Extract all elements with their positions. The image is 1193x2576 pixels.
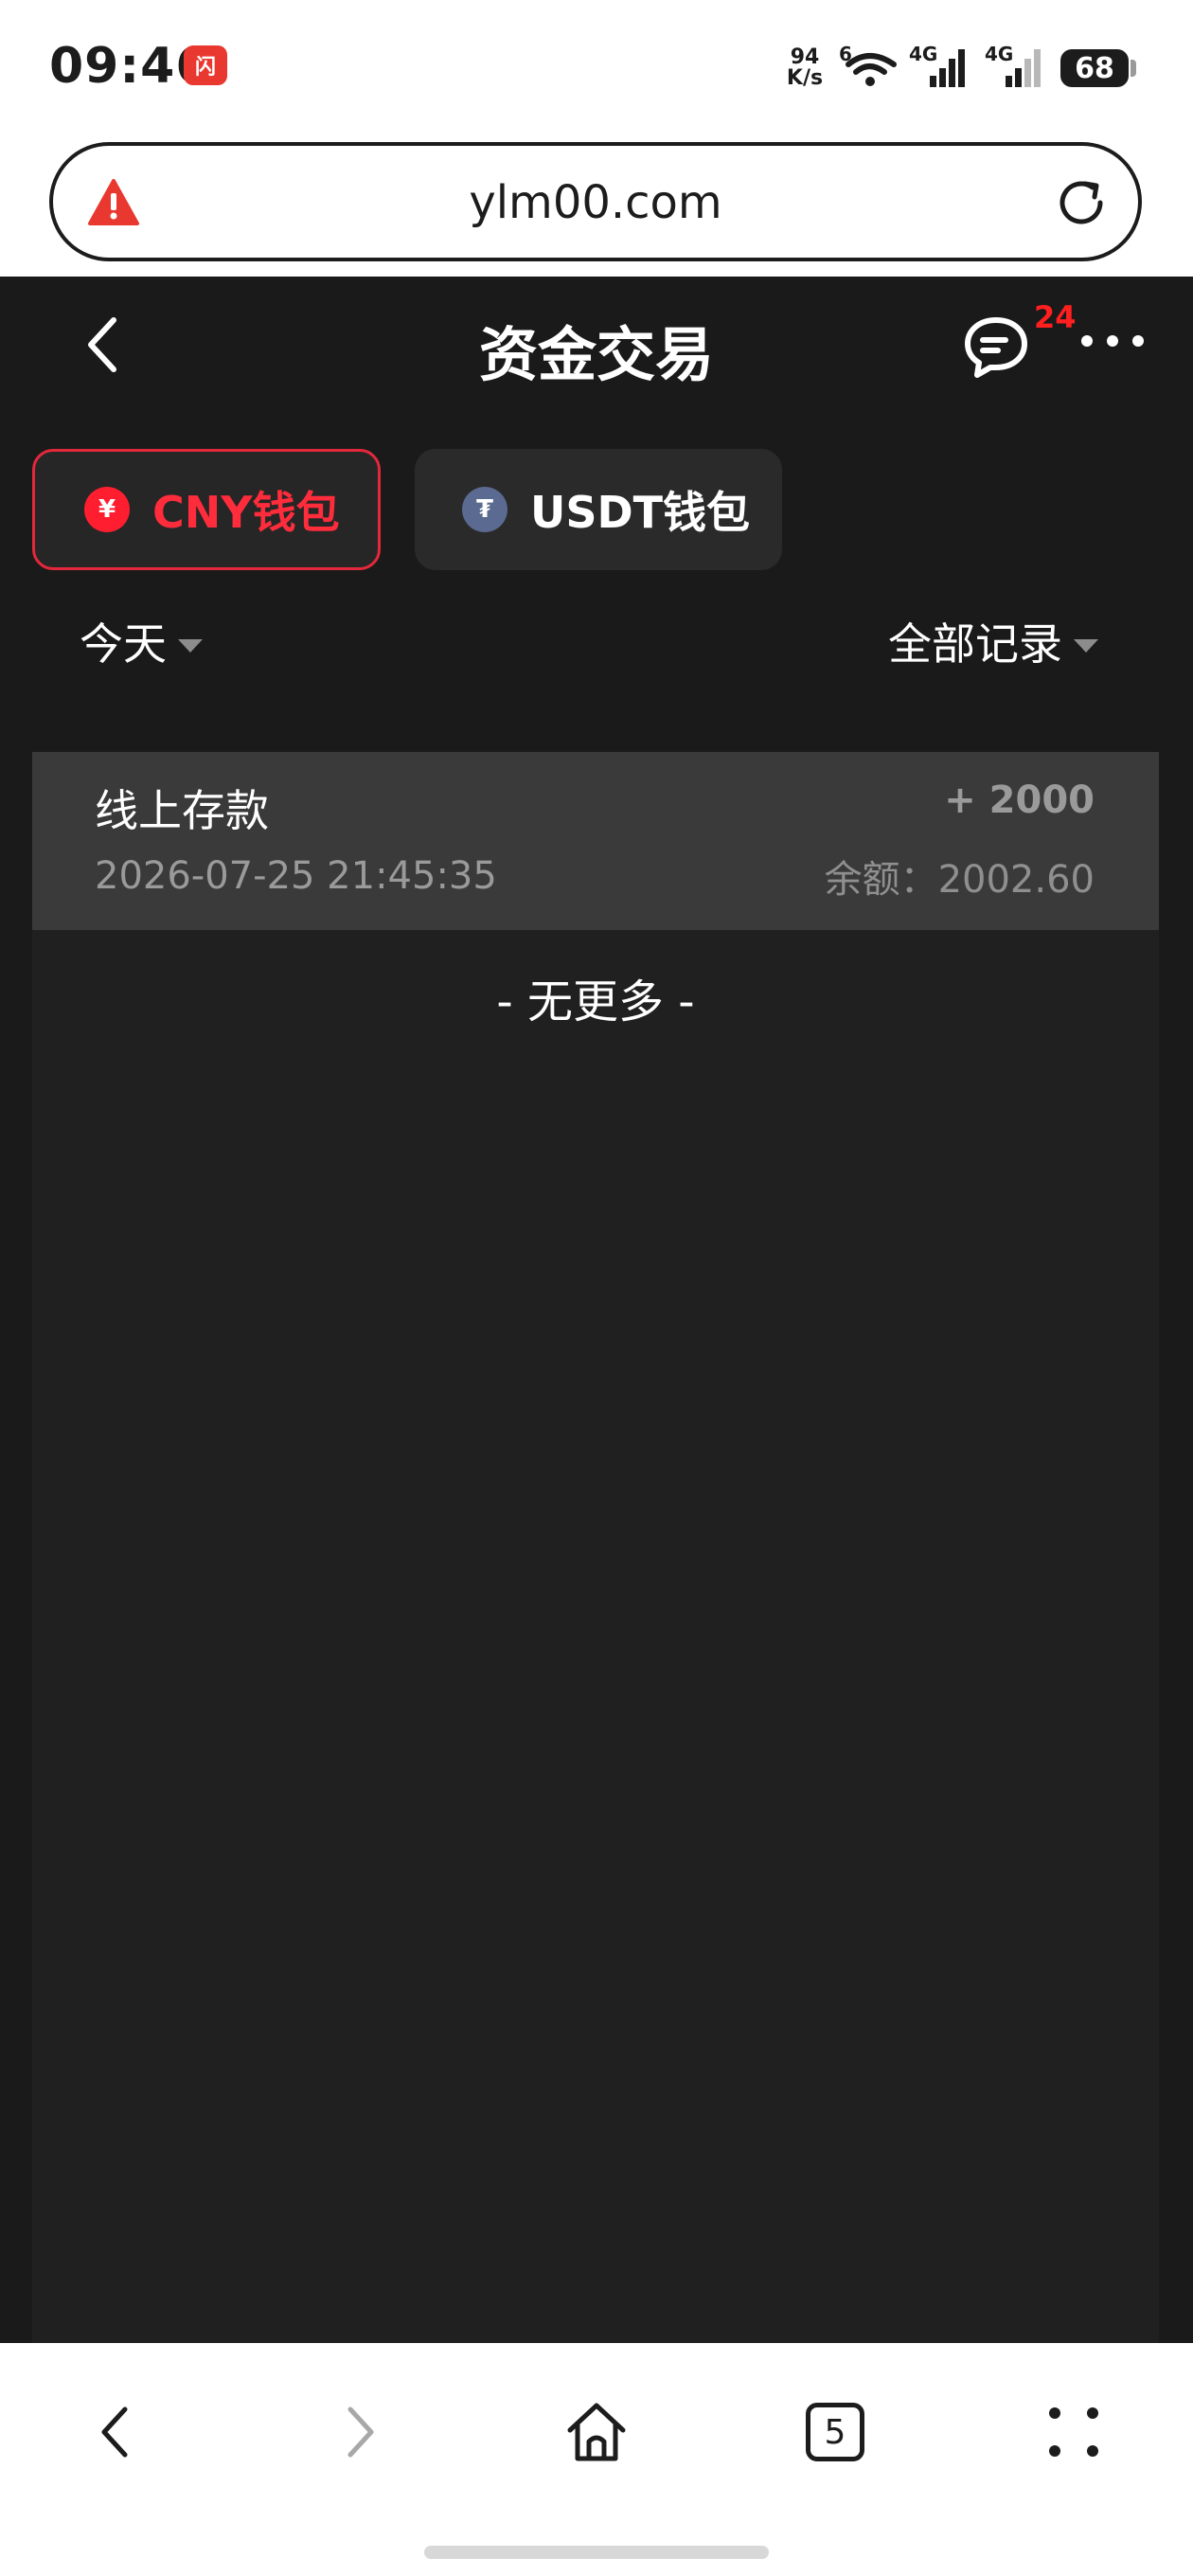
list-item[interactable]: 线上存款 2026-07-25 21:45:35 + 2000 余额：2002.… (32, 752, 1159, 930)
record-time: 2026-07-25 21:45:35 (95, 854, 497, 898)
records-panel: 线上存款 2026-07-25 21:45:35 + 2000 余额：2002.… (32, 752, 1159, 2343)
caret-down-icon (1074, 639, 1098, 653)
battery-icon: 68 (1060, 49, 1129, 87)
message-icon[interactable] (962, 314, 1030, 381)
record-type-dropdown[interactable]: 全部记录 (888, 610, 1098, 672)
tab-count: 5 (806, 2403, 864, 2461)
network-speed: 94 K/s (782, 47, 828, 89)
browser-home-button[interactable] (549, 2385, 644, 2479)
wifi-icon: 6 (839, 44, 897, 86)
tab-usdt-wallet[interactable]: ₮ USDT钱包 (415, 449, 782, 570)
message-count-badge: 24 (1034, 299, 1077, 335)
url-text[interactable]: ylm00.com (53, 176, 1138, 229)
reload-icon[interactable] (1053, 174, 1110, 231)
tab-cny-wallet[interactable]: ¥ CNY钱包 (32, 449, 381, 570)
browser-bottom-nav: 5 (0, 2343, 1193, 2576)
more-icon[interactable] (1079, 333, 1146, 349)
usdt-coin-icon: ₮ (462, 487, 507, 532)
signal-1-label: 4G (909, 44, 937, 65)
app-content: 资金交易 24 ¥ CNY钱包 ₮ USDT钱包 今天 全部记录 线上存款 20… (0, 277, 1193, 2343)
tab-cny-label: CNY钱包 (152, 487, 340, 538)
cellular-signal-2-icon: 4G (985, 44, 1041, 87)
record-type-label: 全部记录 (888, 618, 1062, 670)
cellular-signal-icon: 4G (909, 44, 965, 87)
signal-2-label: 4G (985, 44, 1013, 65)
record-balance: 余额：2002.60 (824, 858, 1095, 902)
browser-menu-button[interactable] (1026, 2385, 1121, 2479)
chevron-right-icon (347, 2406, 374, 2458)
record-amount: + 2000 (944, 778, 1095, 822)
tab-usdt-label: USDT钱包 (530, 487, 751, 538)
browser-back-button[interactable] (68, 2385, 163, 2479)
home-indicator (424, 2546, 769, 2559)
app-notification-icon: 闪 (184, 45, 227, 85)
browser-forward-button[interactable] (312, 2385, 407, 2479)
cny-coin-icon: ¥ (84, 487, 130, 532)
status-bar: 09:46 闪 94 K/s 6 4G 4G 68 (0, 0, 1193, 138)
url-bar[interactable]: ylm00.com (49, 142, 1142, 261)
date-filter-label: 今天 (80, 618, 167, 670)
date-filter-dropdown[interactable]: 今天 (80, 610, 203, 672)
network-speed-value: 94 (790, 45, 820, 69)
menu-dots-icon (1049, 2407, 1098, 2457)
network-speed-unit: K/s (786, 66, 824, 90)
chevron-left-icon (101, 2406, 128, 2458)
no-more-text: - 无更多 - (496, 975, 695, 1029)
browser-url-area: ylm00.com (0, 138, 1193, 277)
record-title: 线上存款 (95, 785, 269, 836)
browser-tabs-button[interactable]: 5 (788, 2385, 882, 2479)
home-icon (567, 2403, 626, 2461)
caret-down-icon (178, 639, 203, 653)
battery-tip (1131, 60, 1136, 77)
